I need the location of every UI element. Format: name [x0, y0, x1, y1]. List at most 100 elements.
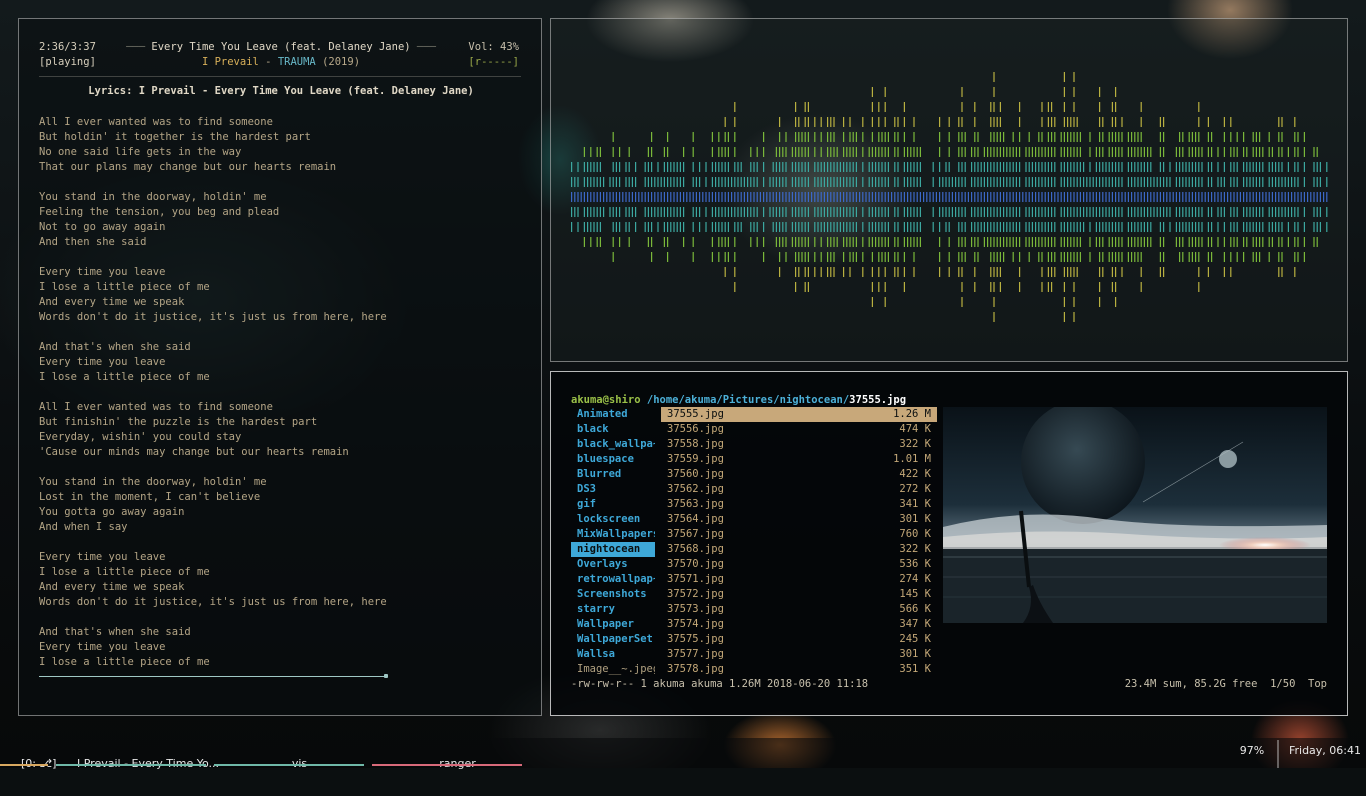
lyrics-body[interactable]: All I ever wanted was to find someone But… [39, 115, 519, 670]
visualizer-bar-segment [1233, 192, 1235, 202]
visualizer-bar-segment [990, 192, 992, 202]
visualizer-bar-segment [1028, 162, 1030, 172]
parent-dir-item[interactable]: black [571, 422, 655, 437]
file-row[interactable]: 37577.jpg 301 K [661, 647, 937, 662]
parent-dir-item[interactable]: gif [571, 497, 655, 512]
file-row[interactable]: 37570.jpg 536 K [661, 557, 937, 572]
parent-dir-item[interactable]: Animated [571, 407, 655, 422]
visualizer-bar-segment [1063, 117, 1065, 127]
parent-dir-item[interactable]: WallpaperSet [571, 632, 655, 647]
visualizer-bar-segment [983, 192, 985, 202]
visualizer-bar-segment [692, 132, 694, 142]
visualizer-bar-segment [1217, 162, 1219, 172]
file-row[interactable]: 37563.jpg 341 K [661, 497, 937, 512]
visualizer-bar-segment [833, 252, 835, 262]
visualizer-bar-segment [1115, 162, 1117, 172]
visualizer-bar-segment [1195, 132, 1197, 142]
visualizer-bar-segment [1063, 282, 1065, 292]
file-row[interactable]: 37556.jpg 474 K [661, 422, 937, 437]
taskbar-window-vis[interactable]: vis [214, 744, 364, 770]
parent-dir-item[interactable]: Overlays [571, 557, 655, 572]
file-row[interactable]: 37555.jpg 1.26 M [661, 407, 937, 422]
visualizer-bar-segment [951, 192, 953, 202]
file-row[interactable]: 37560.jpg 422 K [661, 467, 937, 482]
visualizer-bar-segment [1185, 222, 1187, 232]
visualizer-bar-segment [875, 177, 877, 187]
file-list-column[interactable]: 37555.jpg 1.26 M 37556.jpg 474 K 37558.jpg 32… [661, 407, 937, 677]
visualizer-bar-segment [785, 252, 787, 262]
parent-dir-item[interactable]: Wallsa [571, 647, 655, 662]
file-row[interactable]: 37571.jpg 274 K [661, 572, 937, 587]
parent-dir-item[interactable]: nightocean [571, 542, 655, 557]
parent-dir-item[interactable]: MixWallpapers [571, 527, 655, 542]
visualizer-bar-segment [1198, 222, 1200, 232]
visualizer-bar-segment [1038, 222, 1040, 232]
parent-dir-item[interactable]: DS3 [571, 482, 655, 497]
file-row[interactable]: 37558.jpg 322 K [661, 437, 937, 452]
file-row[interactable]: 37568.jpg 322 K [661, 542, 937, 557]
visualizer-bar-segment [887, 192, 889, 202]
parent-dir-item[interactable]: Wallpaper [571, 617, 655, 632]
taskbar-window-ranger[interactable]: ranger [372, 744, 522, 770]
visualizer-bar-segment [1070, 192, 1072, 202]
parent-dir-item[interactable]: lockscreen [571, 512, 655, 527]
visualizer-bar-segment [724, 252, 726, 262]
taskbar-window-music[interactable]: I Prevail - Every Time Yo... [56, 744, 219, 770]
visualizer-bar-segment [884, 282, 886, 292]
volume-indicator[interactable]: Vol: 43% [468, 41, 519, 53]
progress-knob[interactable] [384, 674, 388, 678]
visualizer-bar-segment [1070, 147, 1072, 157]
file-row[interactable]: 37578.jpg 351 K [661, 662, 937, 677]
file-row[interactable]: 37573.jpg 566 K [661, 602, 937, 617]
visualizer-bar-segment [804, 132, 806, 142]
parent-directory-column[interactable]: Animated black black_wallpa~ bluespace Blurr… [571, 407, 655, 677]
parent-dir-item[interactable]: retrowallpap~ [571, 572, 655, 587]
visualizer-bar-segment [1099, 177, 1101, 187]
progress-bar[interactable] [39, 676, 386, 677]
visualizer-bar-segment [833, 222, 835, 232]
parent-dir-item[interactable]: Screenshots [571, 587, 655, 602]
visualizer-bar-segment [625, 207, 627, 217]
visualizer-bar-segment [1003, 132, 1005, 142]
visualizer-bar-segment [683, 177, 685, 187]
visualizer-bar-segment [887, 237, 889, 247]
clock[interactable]: Friday, 06:41 [1284, 744, 1366, 768]
parent-dir-item[interactable]: Blurred [571, 467, 655, 482]
visualizer-bar-segment [647, 177, 649, 187]
visualizer-bar-segment [798, 222, 800, 232]
parent-dir-item[interactable]: starry [571, 602, 655, 617]
visualizer-bar-segment [807, 177, 809, 187]
battery-indicator[interactable]: 97% [1230, 744, 1274, 768]
file-row[interactable]: 37562.jpg 272 K [661, 482, 937, 497]
file-row[interactable]: 37572.jpg 145 K [661, 587, 937, 602]
visualizer-bar-segment [785, 207, 787, 217]
file-row[interactable]: 37575.jpg 245 K [661, 632, 937, 647]
parent-dir-item[interactable]: bluespace [571, 452, 655, 467]
music-player-window[interactable]: 2:36/3:37 [playing] ─── Every Time You L… [18, 18, 542, 716]
visualizer-bar-segment [964, 162, 966, 172]
visualizer-bar-segment [596, 222, 598, 232]
visualizer-bar-segment [903, 237, 905, 247]
audio-visualizer-window[interactable] [550, 18, 1348, 362]
file-row[interactable]: 37567.jpg 760 K [661, 527, 937, 542]
visualizer-bar-segment [1271, 177, 1273, 187]
visualizer-bar-segment [1060, 192, 1062, 202]
visualizer-bar-segment [1275, 192, 1277, 202]
visualizer-bar-segment [987, 147, 989, 157]
visualizer-bar-segment [1252, 147, 1254, 157]
file-row[interactable]: 37574.jpg 347 K [661, 617, 937, 632]
parent-dir-item[interactable]: black_wallpa~ [571, 437, 655, 452]
workspace-indicator[interactable]: [0: ⎇] [0, 744, 56, 770]
visualizer-bar-segment [1019, 237, 1021, 247]
visualizer-bar-segment [852, 237, 854, 247]
parent-dir-item[interactable]: Image__~.jpeg [571, 662, 655, 677]
visualizer-bar-segment [1281, 162, 1283, 172]
visualizer-bar-segment [1179, 177, 1181, 187]
visualizer-bar-segment [1207, 177, 1209, 187]
file-row[interactable]: 37559.jpg 1.01 M [661, 452, 937, 467]
file-row[interactable]: 37564.jpg 301 K [661, 512, 937, 527]
visualizer-bar-segment [625, 192, 627, 202]
playback-flags[interactable]: [r-----] [468, 56, 519, 68]
visualizer-bar-segment [1076, 147, 1078, 157]
file-manager-window[interactable]: akuma@shiro /home/akuma/Pictures/nightoc… [550, 371, 1348, 716]
